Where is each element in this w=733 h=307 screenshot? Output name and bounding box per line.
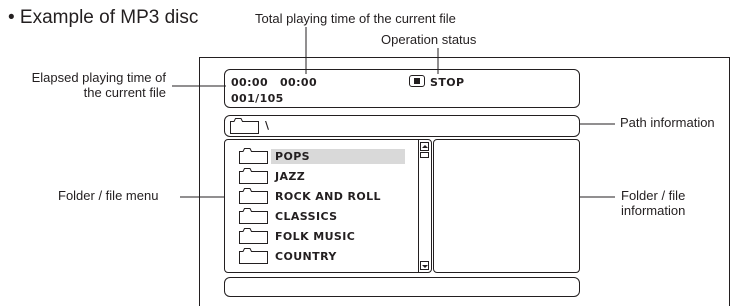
elapsed-time: 00:00 bbox=[231, 76, 269, 89]
track-counter: 001/105 bbox=[231, 92, 284, 105]
list-item-label: FOLK MUSIC bbox=[275, 230, 356, 243]
folder-icon bbox=[239, 148, 268, 164]
list-item[interactable]: COUNTRY bbox=[225, 247, 417, 265]
osd-screen: 00:00 00:00 STOP 001/105 \ POPS JAZZ ROCK … bbox=[199, 57, 730, 306]
list-item-label: POPS bbox=[271, 149, 405, 164]
message-bar bbox=[224, 277, 580, 297]
total-time: 00:00 bbox=[280, 76, 318, 89]
list-item[interactable]: FOLK MUSIC bbox=[225, 227, 417, 245]
folder-icon bbox=[239, 228, 268, 244]
path-panel: \ bbox=[224, 115, 580, 137]
path-text: \ bbox=[265, 119, 270, 132]
folder-file-info-panel bbox=[433, 139, 580, 273]
list-item[interactable]: ROCK AND ROLL bbox=[225, 187, 417, 205]
list-item-label: ROCK AND ROLL bbox=[275, 190, 381, 203]
scroll-thumb[interactable] bbox=[420, 152, 429, 158]
folder-icon bbox=[239, 168, 268, 184]
scroll-up-button[interactable] bbox=[420, 142, 429, 151]
folder-icon bbox=[239, 248, 268, 264]
list-item-label: CLASSICS bbox=[275, 210, 338, 223]
folder-file-menu: POPS JAZZ ROCK AND ROLL CLASSICS FOLK MUSIC C… bbox=[224, 139, 432, 273]
status-panel: 00:00 00:00 STOP 001/105 bbox=[224, 69, 580, 108]
folder-icon bbox=[239, 208, 268, 224]
stop-icon bbox=[409, 75, 425, 87]
list-item[interactable]: POPS bbox=[225, 147, 417, 165]
operation-status: STOP bbox=[430, 76, 465, 89]
scrollbar[interactable] bbox=[418, 140, 431, 272]
folder-icon bbox=[230, 118, 259, 134]
scroll-down-button[interactable] bbox=[420, 261, 429, 270]
list-item[interactable]: CLASSICS bbox=[225, 207, 417, 225]
list-item[interactable]: JAZZ bbox=[225, 167, 417, 185]
list-item-label: COUNTRY bbox=[275, 250, 337, 263]
list-item-label: JAZZ bbox=[275, 170, 306, 183]
folder-icon bbox=[239, 188, 268, 204]
